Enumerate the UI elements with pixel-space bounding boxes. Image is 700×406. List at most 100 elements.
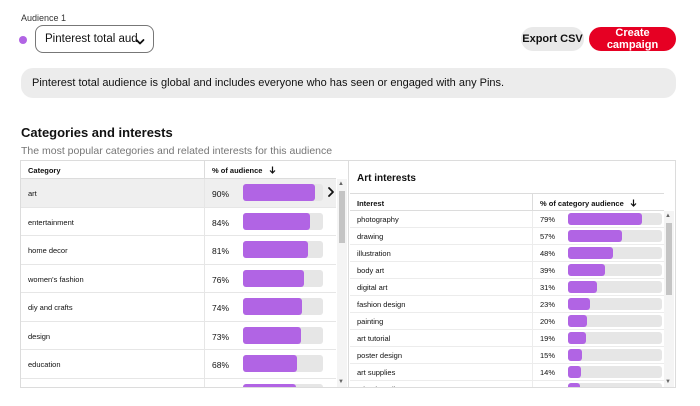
column-header-interest[interactable]: Interest bbox=[357, 199, 384, 208]
category-row[interactable]: women's fashion 76% bbox=[21, 264, 336, 293]
category-name: diy and crafts bbox=[28, 303, 73, 312]
interest-row[interactable]: body art 39% bbox=[350, 262, 664, 279]
percent-bar-fill bbox=[243, 326, 301, 344]
interest-row[interactable]: fashion design 23% bbox=[350, 296, 664, 313]
category-row[interactable]: art 90% bbox=[21, 179, 336, 208]
scrollbar-thumb[interactable] bbox=[666, 223, 672, 295]
chevron-down-icon bbox=[135, 34, 145, 52]
categories-scrollbar[interactable]: ▲ ▼ bbox=[337, 179, 347, 387]
interest-name: poster design bbox=[357, 351, 403, 360]
info-banner: Pinterest total audience is global and i… bbox=[21, 68, 676, 98]
category-percent: 81% bbox=[212, 246, 230, 256]
category-percent: 84% bbox=[212, 217, 230, 228]
scroll-down-icon[interactable]: ▼ bbox=[665, 379, 671, 385]
arrow-down-icon bbox=[269, 166, 276, 176]
column-header-category[interactable]: Category bbox=[28, 166, 61, 175]
column-divider bbox=[532, 347, 533, 363]
category-row[interactable]: entertainment 84% bbox=[21, 207, 336, 236]
categories-panel: Category % of audience art 90% entertainme… bbox=[21, 161, 349, 387]
info-banner-text: Pinterest total audience is global and i… bbox=[32, 77, 505, 89]
interests-list: photography 79% drawing 57% illustration 48% b… bbox=[350, 211, 664, 387]
chevron-right-icon[interactable] bbox=[327, 185, 335, 203]
interests-table-header: Interest % of category audience bbox=[350, 193, 664, 212]
column-divider bbox=[204, 236, 205, 264]
section-title: Categories and interests bbox=[21, 125, 173, 140]
interest-percent: 79% bbox=[540, 215, 556, 224]
interest-name: art tutorial bbox=[357, 334, 391, 343]
interests-panel: Art interests Interest % of category aud… bbox=[350, 161, 675, 387]
scroll-up-icon[interactable]: ▲ bbox=[338, 181, 344, 187]
category-row[interactable]: home decor 81% bbox=[21, 236, 336, 265]
percent-bar-fill bbox=[568, 315, 587, 327]
interest-row[interactable]: digital art 31% bbox=[350, 279, 664, 296]
column-header-percent-audience[interactable]: % of audience bbox=[212, 166, 276, 176]
percent-bar-fill bbox=[568, 281, 597, 293]
export-csv-button[interactable]: Export CSV bbox=[521, 27, 584, 51]
create-campaign-button[interactable]: Create campaign bbox=[589, 27, 676, 51]
column-divider bbox=[532, 296, 533, 312]
interest-row[interactable]: poster design 15% bbox=[350, 347, 664, 364]
column-header-percent-category[interactable]: % of category audience bbox=[540, 199, 637, 209]
category-name: education bbox=[28, 360, 61, 369]
interest-percent: 48% bbox=[540, 249, 556, 258]
interest-row[interactable]: painting 20% bbox=[350, 313, 664, 330]
percent-bar-track bbox=[243, 326, 323, 344]
percent-bar-fill bbox=[243, 298, 302, 315]
audience-color-dot bbox=[19, 36, 27, 44]
interest-row[interactable]: photography 79% bbox=[350, 211, 664, 228]
percent-bar-fill bbox=[568, 332, 586, 344]
percent-bar-fill bbox=[568, 264, 605, 276]
percent-bar-fill bbox=[568, 298, 590, 310]
column-divider bbox=[532, 364, 533, 380]
percent-bar-fill bbox=[243, 269, 304, 287]
interest-name: art supplies bbox=[357, 368, 396, 377]
interest-row[interactable]: illustration 48% bbox=[350, 245, 664, 262]
interest-percent: 31% bbox=[540, 283, 556, 292]
percent-bar-fill bbox=[568, 383, 580, 387]
interests-panel-title: Art interests bbox=[357, 173, 416, 184]
percent-bar-track bbox=[568, 281, 662, 293]
interest-percent: 39% bbox=[540, 266, 556, 275]
percent-bar-fill bbox=[568, 230, 622, 242]
category-name: women's fashion bbox=[28, 274, 84, 284]
interest-percent: 57% bbox=[540, 232, 556, 241]
category-row[interactable]: education 68% bbox=[21, 350, 336, 379]
audience-label: Audience 1 bbox=[21, 13, 67, 23]
interest-percent: 23% bbox=[540, 300, 556, 309]
categories-table-header: Category % of audience bbox=[21, 161, 336, 179]
interest-row[interactable]: drawing 57% bbox=[350, 228, 664, 245]
interest-name: painting bbox=[357, 317, 384, 326]
percent-bar-track bbox=[243, 298, 323, 315]
percent-bar-track bbox=[243, 184, 323, 201]
percent-bar-fill bbox=[243, 212, 310, 230]
column-divider bbox=[532, 313, 533, 329]
column-divider bbox=[532, 330, 533, 346]
audience-dropdown-value: Pinterest total audience bbox=[45, 33, 137, 45]
category-name: entertainment bbox=[28, 217, 74, 227]
arrow-down-icon bbox=[630, 199, 637, 209]
category-row[interactable]: design 73% bbox=[21, 321, 336, 350]
scroll-up-icon[interactable]: ▲ bbox=[665, 213, 671, 219]
audience-dropdown[interactable]: Pinterest total audience bbox=[35, 25, 154, 53]
interest-name: body art bbox=[357, 266, 385, 275]
scrollbar-thumb[interactable] bbox=[339, 191, 345, 243]
percent-bar-fill bbox=[243, 355, 297, 372]
percent-bar-track bbox=[568, 366, 662, 378]
scroll-down-icon[interactable]: ▼ bbox=[338, 379, 344, 385]
category-row[interactable] bbox=[21, 378, 336, 387]
percent-bar-track bbox=[243, 241, 323, 258]
percent-bar-fill bbox=[243, 383, 296, 387]
column-divider bbox=[532, 245, 533, 261]
percent-bar-track bbox=[243, 269, 323, 287]
interest-row[interactable]: art tutorial 19% bbox=[350, 330, 664, 347]
column-divider bbox=[204, 161, 205, 179]
interest-row[interactable]: art supplies 14% bbox=[350, 364, 664, 381]
interest-percent: 19% bbox=[540, 334, 556, 343]
column-divider bbox=[532, 211, 533, 227]
category-row[interactable]: diy and crafts 74% bbox=[21, 293, 336, 322]
category-percent: 68% bbox=[212, 360, 230, 370]
percent-bar-track bbox=[568, 213, 662, 225]
interests-scrollbar[interactable]: ▲ ▼ bbox=[664, 211, 674, 387]
column-divider bbox=[204, 378, 205, 387]
interest-row[interactable]: mixed media art 13% bbox=[350, 381, 664, 387]
